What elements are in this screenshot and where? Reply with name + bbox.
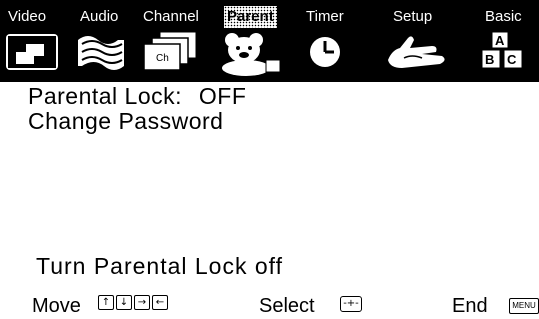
- channel-icon[interactable]: Ch: [138, 30, 200, 74]
- teddy-bear-icon[interactable]: [214, 30, 284, 76]
- audio-wave-icon[interactable]: [72, 30, 132, 74]
- change-password-label: Change Password: [28, 108, 224, 134]
- clock-icon[interactable]: [305, 30, 345, 74]
- select-label: Select: [259, 295, 315, 317]
- parental-lock-label: Parental Lock:: [28, 83, 183, 109]
- parental-lock-item[interactable]: Parental Lock: OFF: [28, 84, 246, 109]
- svg-text:Ch: Ch: [156, 53, 169, 64]
- tab-audio[interactable]: Audio: [80, 6, 118, 28]
- svg-text:C: C: [507, 52, 517, 67]
- tab-video[interactable]: Video: [8, 6, 46, 28]
- menu-icons: Ch A B C: [0, 30, 539, 78]
- tab-basic[interactable]: Basic: [485, 6, 522, 28]
- abc-blocks-icon[interactable]: A B C: [478, 30, 538, 76]
- tab-setup[interactable]: Setup: [393, 6, 432, 28]
- move-label: Move: [32, 295, 81, 317]
- menu-tabs: Video Audio Channel Parent Timer Setup B…: [0, 6, 539, 28]
- menu-button-icon: MENU: [509, 298, 539, 314]
- help-text: Turn Parental Lock off: [36, 253, 284, 279]
- svg-text:B: B: [485, 52, 494, 67]
- footer-bar: Move ↑ ↓ → ← Select -+- End MENU: [0, 289, 539, 319]
- video-icon[interactable]: [4, 30, 64, 74]
- end-label: End: [452, 295, 488, 317]
- parental-lock-value: OFF: [198, 83, 247, 109]
- svg-text:A: A: [495, 33, 505, 48]
- menu-bar: Video Audio Channel Parent Timer Setup B…: [0, 0, 539, 82]
- setup-hand-icon[interactable]: [382, 30, 454, 74]
- arrow-up-icon: ↑: [98, 295, 114, 310]
- arrow-left-icon: ←: [152, 295, 168, 310]
- select-button-icon: -+-: [340, 296, 362, 312]
- tab-parent[interactable]: Parent: [224, 6, 277, 28]
- arrow-right-icon: →: [134, 295, 150, 310]
- change-password-item[interactable]: Change Password: [28, 109, 246, 134]
- tab-timer[interactable]: Timer: [306, 6, 344, 28]
- parent-menu: Parental Lock: OFF Change Password: [28, 84, 246, 134]
- arrow-down-icon: ↓: [116, 295, 132, 310]
- tab-channel[interactable]: Channel: [143, 6, 199, 28]
- move-keys: ↑ ↓ → ←: [98, 295, 168, 310]
